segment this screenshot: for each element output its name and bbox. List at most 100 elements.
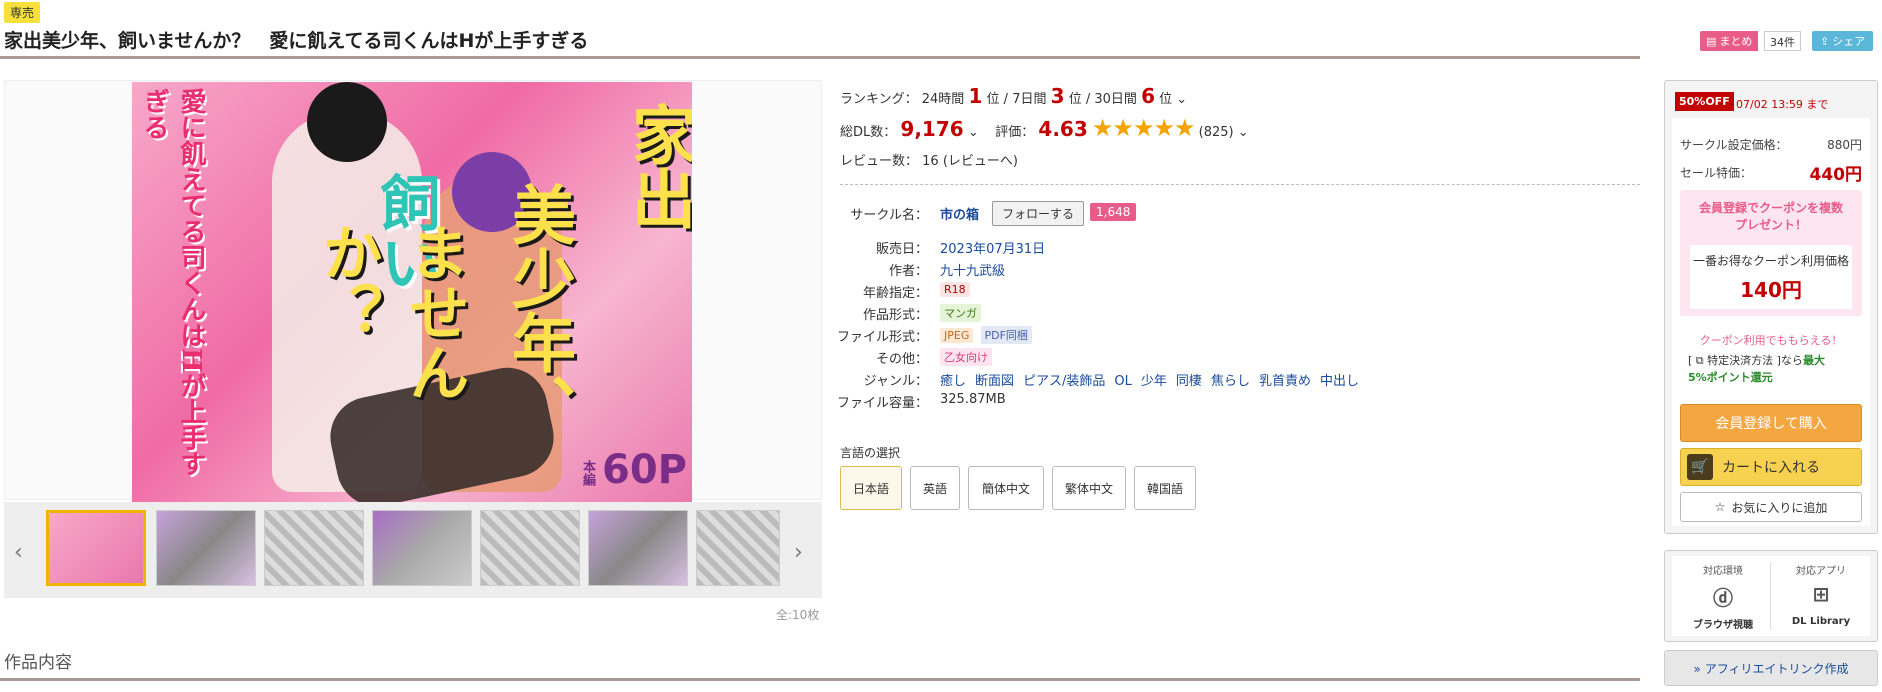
genre-list: 癒し 断面図 ピアス/装飾品 OL 少年 同棲 焦らし 乳首責め 中出し <box>940 370 1368 389</box>
content-divider <box>0 678 1640 681</box>
rating-stars-icon: ★★★★★ <box>1091 114 1196 142</box>
file-tag-jpeg[interactable]: JPEG <box>940 328 974 343</box>
review-label: レビュー数： <box>840 154 919 169</box>
age-label: 年齢指定： <box>862 286 928 301</box>
matome-label: まとめ <box>1719 35 1753 48</box>
review-link[interactable]: 16 (レビューへ) <box>922 154 1018 169</box>
coupon-title-line2: プレゼント！ <box>1734 218 1807 232</box>
point-rate: 5%ポイント還元 <box>1688 371 1773 384</box>
language-option-ko[interactable]: 韓国語 <box>1134 466 1196 510</box>
other-tag[interactable]: 乙女向け <box>940 348 992 366</box>
language-label: 言語の選択 <box>840 446 901 460</box>
cover-title-a: 家出 <box>621 102 692 230</box>
language-option-en[interactable]: 英語 <box>910 466 960 510</box>
dl-value: 9,176 <box>900 117 964 141</box>
ranking-row: ランキング： 24時間 1 位 / 7日間 3 位 / 30日間 6 位 ⌄ <box>840 84 1187 108</box>
point-payment-link[interactable]: [ ⧉ 特定決済方法 ]なら <box>1688 354 1803 367</box>
age-value: R18 <box>940 282 973 297</box>
file-tag-pdf[interactable]: PDF同梱 <box>980 326 1032 344</box>
size-value: 325.87MB <box>940 392 1006 407</box>
favorite-button[interactable]: ☆ お気に入りに追加 <box>1680 492 1862 522</box>
prev-arrow-icon[interactable]: ‹ <box>14 540 23 565</box>
cover-image[interactable]: 愛に飢えてる司くんはHが上手すぎる 家出 美少年、 飼い ませんか？ 本編 60… <box>132 82 692 502</box>
thumbnail-2[interactable] <box>156 510 256 586</box>
thumbnail-7[interactable] <box>696 510 780 586</box>
sale-price-label: セール特価： <box>1680 166 1753 180</box>
circle-label: サークル名： <box>850 208 928 223</box>
register-buy-button[interactable]: 会員登録して購入 <box>1680 404 1862 442</box>
share-button[interactable]: ⇪ シェア <box>1812 31 1874 51</box>
dl-label: 総DL数： <box>840 125 897 140</box>
ranking-24h-label: 24時間 <box>921 92 965 107</box>
format-value: マンガ <box>940 304 984 322</box>
thumbnail-6[interactable] <box>588 510 688 586</box>
genre-link[interactable]: 乳首責め <box>1259 374 1311 389</box>
favorite-label: お気に入りに追加 <box>1731 500 1828 515</box>
release-label: 販売日： <box>875 242 928 257</box>
env-divider <box>1770 562 1771 630</box>
ranking-unit: 位 <box>986 92 1000 107</box>
rating-count: (825) <box>1198 125 1234 140</box>
ranking-30d-label: 30日間 <box>1094 92 1137 107</box>
language-option-ja[interactable]: 日本語 <box>840 466 902 510</box>
cover-title-b: 美少年、 <box>501 182 576 438</box>
coupon-title-line1: 会員登録でクーポンを複数 <box>1698 201 1843 215</box>
language-option-zh-hant[interactable]: 繁体中文 <box>1052 466 1126 510</box>
author-link[interactable]: 九十九武級 <box>940 260 1005 279</box>
genre-label: ジャンル： <box>863 374 928 389</box>
rating-label: 評価： <box>995 125 1035 140</box>
chevron-down-icon[interactable]: ⌄ <box>1238 125 1249 140</box>
follow-button[interactable]: フォローする <box>992 201 1085 226</box>
share-label: シェア <box>1832 35 1866 48</box>
format-tag[interactable]: マンガ <box>940 304 981 322</box>
ranking-sep: / <box>1085 92 1091 107</box>
list-price: 880円 <box>1827 138 1862 152</box>
exclusive-badge: 専売 <box>4 2 41 23</box>
point-note: [ ⧉ 特定決済方法 ]なら最大 5%ポイント還元 <box>1688 352 1825 386</box>
genre-link[interactable]: 断面図 <box>975 374 1014 389</box>
dl-library-name: DL Library <box>1791 616 1851 627</box>
content-heading: 作品内容 <box>4 653 72 673</box>
browser-viewer-icon: ⓓ <box>1713 586 1733 610</box>
genre-link[interactable]: ピアス/装飾品 <box>1023 374 1105 389</box>
app-label: 対応アプリ <box>1796 566 1846 577</box>
genre-link[interactable]: 同棲 <box>1176 374 1202 389</box>
rating-value: 4.63 <box>1038 117 1088 141</box>
ranking-unit: 位 <box>1068 92 1082 107</box>
thumbnail-5[interactable] <box>480 510 580 586</box>
matome-button[interactable]: ▤ まとめ <box>1700 31 1759 51</box>
discount-badge: 50%OFF <box>1675 92 1734 111</box>
next-arrow-icon[interactable]: › <box>794 540 803 565</box>
ranking-7d-value: 3 <box>1050 84 1065 108</box>
thumbnail-4[interactable] <box>372 510 472 586</box>
genre-link[interactable]: 少年 <box>1141 374 1167 389</box>
ranking-24h-value: 1 <box>968 84 983 108</box>
chevron-down-icon[interactable]: ⌄ <box>1176 92 1187 107</box>
genre-link[interactable]: OL <box>1114 374 1131 389</box>
thumbnail-3[interactable] <box>264 510 364 586</box>
cover-subtitle: 愛に飢えてる司くんはHが上手すぎる <box>139 88 206 477</box>
cover-title-d: ませんか？ <box>312 222 469 402</box>
coupon-best-label: 一番お得なクーポン利用価格 <box>1692 254 1849 268</box>
stats-row: 総DL数： 9,176 ⌄ 評価： 4.63 ★★★★★ (825) ⌄ <box>840 114 1249 142</box>
info-divider <box>840 184 1640 185</box>
chevron-down-icon[interactable]: ⌄ <box>968 125 979 140</box>
thumbnail-1[interactable] <box>46 510 146 586</box>
cart-label: カートに入れる <box>1722 460 1820 476</box>
sale-price: 440円 <box>1809 165 1863 185</box>
genre-link[interactable]: 焦らし <box>1211 374 1250 389</box>
env-label: 対応環境 <box>1703 566 1743 577</box>
cover-head-1 <box>307 82 387 162</box>
age-tag[interactable]: R18 <box>940 282 970 297</box>
author-label: 作者： <box>888 264 928 279</box>
release-date-link[interactable]: 2023年07月31日 <box>940 238 1045 257</box>
share-icon: ⇪ <box>1820 34 1830 48</box>
add-to-cart-button[interactable]: 🛒 カートに入れる <box>1680 448 1862 486</box>
other-value: 乙女向け <box>940 348 995 366</box>
genre-link[interactable]: 中出し <box>1320 374 1359 389</box>
genre-link[interactable]: 癒し <box>940 374 966 389</box>
page-title: 家出美少年、飼いませんか？ 愛に飢えてる司くんはHが上手すぎる <box>4 30 589 52</box>
circle-name-link[interactable]: 市の箱 <box>940 204 979 223</box>
affiliate-link-button[interactable]: » アフィリエイトリンク作成 <box>1664 650 1878 686</box>
language-option-zh-hans[interactable]: 簡体中文 <box>968 466 1044 510</box>
